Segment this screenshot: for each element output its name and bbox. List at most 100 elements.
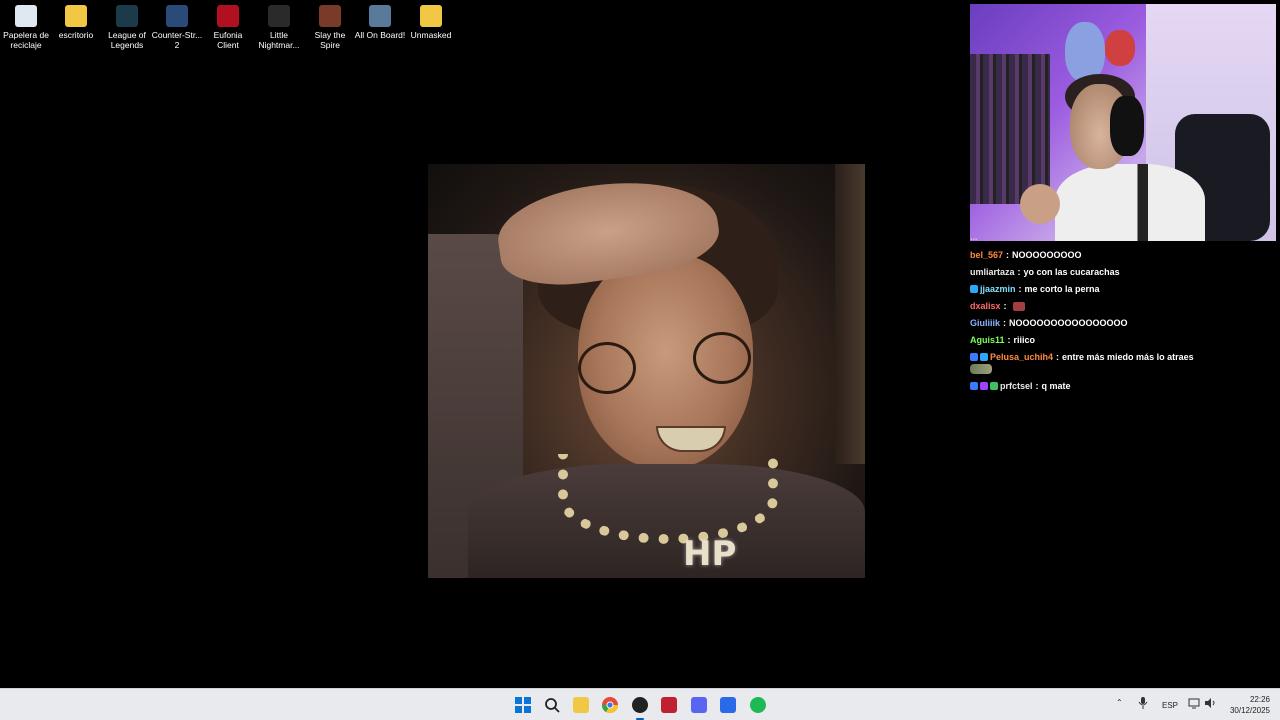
chat-separator: : <box>1035 381 1039 391</box>
chat-badge-icon <box>990 382 998 390</box>
chat-message: prfctsel: q mate <box>970 381 1071 391</box>
chat-badge-icon <box>980 382 988 390</box>
desktop-icon[interactable]: escritorio <box>50 4 102 40</box>
webcam-clothes-rack <box>970 54 1050 204</box>
desktop-icon-label: Eufonia Client <box>213 30 243 50</box>
desktop-icons: Papelera de reciclaje escritorio League of… <box>0 0 460 60</box>
desktop-icon[interactable]: Slay the Spire <box>304 4 356 50</box>
chat-separator: : <box>1003 318 1007 328</box>
chat-message: umliartaza: yo con las cucarachas <box>970 267 1120 277</box>
desktop-icon-label: Counter-Str... 2 <box>151 30 203 50</box>
folder-icon <box>573 697 589 713</box>
chat-username[interactable]: Giuliiik <box>970 318 1000 328</box>
chat-message: jjaazmin: me corto la perna <box>970 284 1100 294</box>
desktop-icon[interactable]: Papelera de reciclaje <box>0 4 52 50</box>
chat-separator: : <box>1003 301 1007 311</box>
network-icon[interactable] <box>1188 697 1200 711</box>
recycle-bin-icon <box>15 5 37 27</box>
webcam-headset <box>1110 96 1144 156</box>
desktop-icon[interactable]: Unmasked <box>405 4 457 40</box>
desktop-icon[interactable]: All On Board! <box>354 4 406 40</box>
chat-username[interactable]: dxalisx <box>970 301 1001 311</box>
chat-separator: : <box>1018 284 1022 294</box>
volume-icon[interactable] <box>1204 697 1216 711</box>
chat-emote-icon <box>970 364 992 374</box>
league-of-legends-icon <box>116 5 138 27</box>
taskbar-app-chrome[interactable] <box>598 693 622 717</box>
chat-username[interactable]: umliartaza <box>970 267 1015 277</box>
chat-separator: : <box>1007 335 1011 345</box>
image-pendant: HP <box>683 534 737 574</box>
desktop-icon[interactable]: Eufonia Client <box>202 4 254 50</box>
desktop-icon-label: Little Nightmar... <box>258 30 300 50</box>
chat-separator: : <box>1056 352 1060 362</box>
desktop-icon-label: Papelera de reciclaje <box>3 30 49 50</box>
chat-separator: : <box>1006 250 1010 260</box>
chat-message-text: q mate <box>1041 381 1071 391</box>
image-background <box>835 164 865 464</box>
language-indicator[interactable]: ESP <box>1162 701 1178 710</box>
desktop-icon-label: League of Legends <box>108 30 146 50</box>
desktop-icon[interactable]: League of Legends <box>101 4 153 50</box>
center-image: HP <box>428 164 865 578</box>
chat-emote-icon <box>1012 301 1025 311</box>
folder-icon <box>420 5 442 27</box>
chat-message-text: riiico <box>1013 335 1036 345</box>
spotify-icon <box>750 697 766 713</box>
chat-badge-icon <box>970 382 978 390</box>
taskbar-app-file-explorer[interactable] <box>569 693 593 717</box>
taskbar: ⌃ ESP 22:26 30/12/2025 <box>0 688 1280 720</box>
chat-badge-icon <box>980 353 988 361</box>
taskbar-app-search[interactable] <box>540 693 564 717</box>
taskbar-app-discord[interactable] <box>687 693 711 717</box>
taskbar-app-app-blue[interactable] <box>716 693 740 717</box>
chat-separator: : <box>1017 267 1021 277</box>
webcam-plush-red <box>1105 30 1135 66</box>
chat-username[interactable]: jjaazmin <box>980 284 1016 294</box>
little-nightmares-icon <box>268 5 290 27</box>
chrome-icon <box>601 697 619 714</box>
webcam-feed <box>970 4 1276 241</box>
chat-message: Pelusa_uchih4: entre más miedo más lo atr… <box>970 352 1194 362</box>
desktop-icon-label: Unmasked <box>410 30 452 40</box>
folder-icon <box>65 5 87 27</box>
desktop-icon-label: All On Board! <box>354 30 406 40</box>
counter-strike-icon <box>166 5 188 27</box>
chat-badge-icon <box>970 353 978 361</box>
chat-overlay: ... bel_567:NOOOOOOOOOumliartaza:yo con … <box>968 238 1274 404</box>
desktop-icon-label: Slay the Spire <box>314 30 346 50</box>
chat-message: Giuliiik: NOOOOOOOOOOOOOOOO <box>970 318 1128 328</box>
chevron-up-icon[interactable]: ⌃ <box>1116 698 1123 707</box>
desktop-icon-label: escritorio <box>58 30 94 40</box>
blue-app-icon <box>720 697 736 713</box>
chat-username[interactable]: Pelusa_uchih4 <box>990 352 1053 362</box>
image-glasses-right <box>693 332 751 384</box>
chat-username[interactable]: Aguis11 <box>970 335 1005 345</box>
clock[interactable]: 22:26 30/12/2025 <box>1230 694 1270 716</box>
chat-message: bel_567: NOOOOOOOOO <box>970 250 1082 260</box>
desktop-icon[interactable]: Little Nightmar... <box>253 4 305 50</box>
chat-message-text: NOOOOOOOOOOOOOOOO <box>1009 318 1128 328</box>
microphone-icon[interactable] <box>1138 697 1148 711</box>
image-chain <box>558 454 778 544</box>
taskbar-app-obs[interactable] <box>628 693 652 720</box>
chat-username[interactable]: bel_567 <box>970 250 1003 260</box>
chat-message: Aguis11: riiico <box>970 335 1035 345</box>
taskbar-app-streamdeck[interactable] <box>657 693 681 717</box>
chat-message-text: NOOOOOOOOO <box>1012 250 1082 260</box>
chat-badge-icon <box>970 285 978 293</box>
webcam-streamer-hand <box>1020 184 1060 224</box>
webcam-plush <box>1065 22 1105 82</box>
search-icon <box>544 697 560 713</box>
system-tray: ⌃ ESP 22:26 30/12/2025 <box>1110 689 1280 720</box>
clock-time: 22:26 <box>1249 695 1270 704</box>
clock-date: 30/12/2025 <box>1229 706 1270 715</box>
chat-message-text: yo con las cucarachas <box>1023 267 1120 277</box>
taskbar-app-spotify[interactable] <box>746 693 770 717</box>
taskbar-app-start[interactable] <box>511 693 535 717</box>
desktop-icon[interactable]: Counter-Str... 2 <box>151 4 203 50</box>
chat-cut-message: ... <box>970 238 1090 244</box>
chat-message: dxalisx: <box>970 301 1025 311</box>
windows-start-icon <box>515 697 531 713</box>
chat-username[interactable]: prfctsel <box>1000 381 1033 391</box>
